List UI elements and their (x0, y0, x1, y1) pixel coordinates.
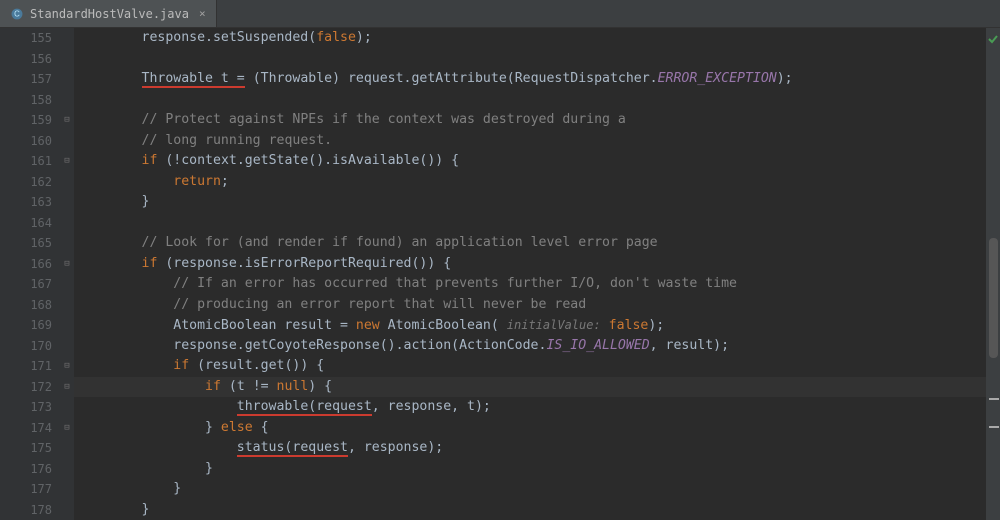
line-number: 167 (0, 274, 52, 295)
line-number: 176 (0, 459, 52, 480)
code-line[interactable]: status(request, response); (78, 438, 986, 459)
fold-toggle-icon[interactable]: ⊟ (60, 356, 74, 377)
fold-toggle-icon[interactable]: ⊟ (60, 254, 74, 275)
line-number: 172 (0, 377, 52, 398)
fold-spacer (60, 459, 74, 480)
marker-tick (989, 398, 999, 400)
fold-spacer (60, 131, 74, 152)
fold-toggle-icon[interactable]: ⊟ (60, 110, 74, 131)
code-line[interactable]: // Look for (and render if found) an app… (78, 233, 986, 254)
fold-spacer (60, 49, 74, 70)
line-number: 169 (0, 315, 52, 336)
fold-spacer (60, 438, 74, 459)
fold-spacer (60, 192, 74, 213)
fold-toggle-icon[interactable]: ⊟ (60, 418, 74, 439)
line-number: 157 (0, 69, 52, 90)
code-line[interactable]: // Protect against NPEs if the context w… (78, 110, 986, 131)
fold-spacer (60, 315, 74, 336)
fold-spacer (60, 90, 74, 111)
fold-spacer (60, 69, 74, 90)
line-number: 161 (0, 151, 52, 172)
line-number: 155 (0, 28, 52, 49)
fold-spacer (60, 233, 74, 254)
fold-spacer (60, 336, 74, 357)
fold-spacer (60, 274, 74, 295)
code-line[interactable] (78, 213, 986, 234)
code-line[interactable]: if (!context.getState().isAvailable()) { (78, 151, 986, 172)
line-number: 171 (0, 356, 52, 377)
marker-strip[interactable] (986, 28, 1000, 520)
fold-spacer (60, 479, 74, 500)
code-line[interactable]: AtomicBoolean result = new AtomicBoolean… (78, 315, 986, 336)
code-line[interactable]: } (78, 192, 986, 213)
tab-bar: C StandardHostValve.java × (0, 0, 1000, 28)
fold-spacer (60, 500, 74, 520)
code-line[interactable]: } (78, 500, 986, 520)
fold-spacer (60, 213, 74, 234)
fold-spacer (60, 397, 74, 418)
analysis-ok-icon (988, 34, 998, 44)
code-line[interactable]: // long running request. (78, 131, 986, 152)
fold-strip[interactable]: ⊟⊟⊟⊟⊟⊟ (60, 28, 74, 520)
fold-spacer (60, 172, 74, 193)
code-editor[interactable]: 1551561571581591601611621631641651661671… (0, 28, 1000, 520)
code-line[interactable]: if (t != null) { (78, 377, 986, 398)
fold-spacer (60, 28, 74, 49)
code-line[interactable]: response.setSuspended(false); (78, 28, 986, 49)
tab-close-icon[interactable]: × (199, 7, 206, 20)
line-number: 173 (0, 397, 52, 418)
fold-spacer (60, 295, 74, 316)
active-tab[interactable]: C StandardHostValve.java × (0, 0, 217, 27)
code-line[interactable]: } (78, 459, 986, 480)
line-number: 168 (0, 295, 52, 316)
line-number: 166 (0, 254, 52, 275)
code-line[interactable] (78, 49, 986, 70)
line-number: 170 (0, 336, 52, 357)
scrollbar-thumb[interactable] (989, 238, 998, 358)
line-number: 164 (0, 213, 52, 234)
code-area[interactable]: response.setSuspended(false); Throwable … (74, 28, 986, 520)
line-number: 160 (0, 131, 52, 152)
line-number: 159 (0, 110, 52, 131)
line-number: 158 (0, 90, 52, 111)
code-line[interactable]: response.getCoyoteResponse().action(Acti… (78, 336, 986, 357)
line-number: 174 (0, 418, 52, 439)
code-line[interactable]: return; (78, 172, 986, 193)
code-line[interactable]: } (78, 479, 986, 500)
code-line[interactable]: // If an error has occurred that prevent… (78, 274, 986, 295)
code-line[interactable]: } else { (78, 418, 986, 439)
line-number: 156 (0, 49, 52, 70)
tab-filename: StandardHostValve.java (30, 7, 189, 21)
line-number: 175 (0, 438, 52, 459)
fold-toggle-icon[interactable]: ⊟ (60, 151, 74, 172)
line-number: 163 (0, 192, 52, 213)
code-line[interactable]: throwable(request, response, t); (78, 397, 986, 418)
line-number-gutter: 1551561571581591601611621631641651661671… (0, 28, 60, 520)
svg-text:C: C (14, 9, 20, 18)
java-class-icon: C (10, 7, 24, 21)
code-line[interactable] (78, 90, 986, 111)
code-line[interactable]: if (result.get()) { (78, 356, 986, 377)
line-number: 177 (0, 479, 52, 500)
marker-tick (989, 426, 999, 428)
line-number: 162 (0, 172, 52, 193)
code-line[interactable]: Throwable t = (Throwable) request.getAtt… (78, 69, 986, 90)
code-line[interactable]: // producing an error report that will n… (78, 295, 986, 316)
code-line[interactable]: if (response.isErrorReportRequired()) { (78, 254, 986, 275)
line-number: 165 (0, 233, 52, 254)
fold-toggle-icon[interactable]: ⊟ (60, 377, 74, 398)
line-number: 178 (0, 500, 52, 520)
